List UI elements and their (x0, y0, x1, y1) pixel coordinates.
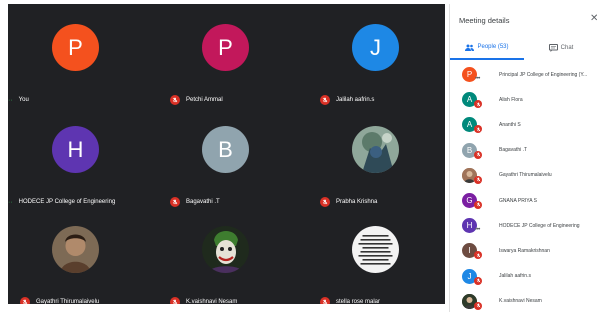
participant-name: Jalilah aafrin.s (499, 273, 531, 280)
mic-off-icon (320, 297, 330, 304)
close-icon[interactable]: ✕ (590, 13, 597, 24)
tab-chat[interactable]: Chat (524, 36, 597, 60)
meeting-details-panel: Meeting details ✕ People (53) Chat P ••• P… (449, 4, 597, 312)
tile-caption: stella rose malar (320, 296, 445, 304)
video-tile[interactable]: P ·· You (8, 10, 154, 110)
participant-photo (352, 126, 399, 173)
mic-off-icon (474, 100, 482, 109)
participant-row[interactable]: K.vaishnavi Nesam (450, 289, 597, 312)
audio-indicator-icon: ••• (475, 227, 480, 234)
tab-chat-label: Chat (560, 45, 574, 51)
participant-name: K.vaishnavi Nesam (499, 298, 542, 305)
tile-caption: Gayathri Thirumalaivelu (20, 296, 150, 304)
mic-off-icon (170, 197, 180, 207)
video-tile[interactable]: K.vaishnavi Nesam (158, 212, 304, 304)
video-tile[interactable]: J Jalilah aafrin.s (308, 10, 445, 110)
mic-off-icon (320, 95, 330, 105)
participant-avatar: B (202, 126, 249, 173)
participant-name: Iswarya Ramakrishnan (499, 247, 550, 254)
tile-caption: Bagavathi .T (170, 196, 300, 208)
tile-caption: Petchi Ammal (170, 94, 300, 106)
participant-name: Prabha Krishna (336, 199, 378, 205)
participant-photo (352, 226, 399, 273)
participant-row[interactable]: P ••• Principal JP College of Engineering … (450, 62, 597, 87)
mic-off-icon (474, 251, 482, 260)
participant-name: K.vaishnavi Nesam (186, 299, 238, 304)
tile-caption: ·· You (8, 94, 150, 106)
tab-people[interactable]: People (53) (450, 36, 524, 60)
video-tile[interactable]: P Petchi Ammal (158, 10, 304, 110)
participant-list: P ••• Principal JP College of Engineering … (450, 62, 597, 312)
video-tile[interactable]: Gayathri Thirumalaivelu (8, 212, 154, 304)
participant-row[interactable]: A Ananthi S (450, 112, 597, 137)
participant-name: HODECE JP College of Engineering (18, 199, 116, 205)
mic-off-icon (474, 125, 482, 134)
participant-row[interactable]: H ••• HODECE JP College of Engineering (450, 213, 597, 238)
tile-caption: K.vaishnavi Nesam (170, 296, 300, 304)
participant-avatar: P (52, 24, 99, 71)
participant-row[interactable]: A Alish Flora (450, 87, 597, 112)
participant-name: stella rose malar (336, 299, 381, 304)
mic-off-icon (474, 276, 482, 285)
video-tile[interactable]: Prabha Krishna (308, 112, 445, 212)
participant-name: Ananthi S (499, 121, 521, 128)
participant-name: Bagavathi .T (499, 147, 528, 154)
mic-off-icon (320, 197, 330, 207)
mic-off-icon (20, 297, 30, 304)
mic-off-icon (170, 297, 180, 304)
participant-row[interactable]: Gayathri Thirumalaivelu (450, 163, 597, 188)
tile-caption: Jalilah aafrin.s (320, 94, 445, 106)
participant-row[interactable]: J Jalilah aafrin.s (450, 264, 597, 289)
participant-photo (52, 226, 99, 273)
people-icon (465, 44, 475, 51)
participant-photo (202, 226, 249, 273)
chat-icon (548, 44, 558, 52)
mic-off-icon (474, 150, 482, 159)
audio-indicator-icon: ·· (8, 96, 13, 104)
participant-name: Bagavathi .T (186, 199, 220, 205)
audio-indicator-icon: ·· (8, 198, 13, 206)
participant-row[interactable]: G GNANA PRIYA S (450, 188, 597, 213)
participant-avatar: P (202, 24, 249, 71)
video-tile[interactable]: stella rose malar (308, 212, 445, 304)
video-tile[interactable]: H ·· HODECE JP College of Engineering (8, 112, 154, 212)
participant-name: Principal JP College of Engineering (Y..… (499, 71, 588, 78)
audio-indicator-icon: ••• (475, 76, 480, 82)
tab-people-label: People (53) (477, 44, 509, 50)
mic-off-icon (170, 95, 180, 105)
tile-caption: ·· HODECE JP College of Engineering (8, 196, 150, 208)
video-grid: P ·· You P Petchi Ammal J Jalilah aafrin.s H ·· H… (8, 4, 445, 304)
participant-name: HODECE JP College of Engineering (499, 222, 580, 229)
participant-row[interactable]: I Iswarya Ramakrishnan (450, 238, 597, 263)
panel-title: Meeting details (459, 16, 510, 25)
participant-avatar: H (52, 126, 99, 173)
mic-off-icon (474, 200, 482, 209)
participant-name: Gayathri Thirumalaivelu (499, 172, 552, 179)
participant-avatar: J (352, 24, 399, 71)
participant-name: GNANA PRIYA S (499, 197, 537, 204)
participant-name: Jalilah aafrin.s (336, 97, 375, 103)
mic-off-icon (474, 301, 482, 310)
participant-row[interactable]: B Bagavathi .T (450, 138, 597, 163)
participant-name: Alish Flora (499, 96, 523, 103)
participant-name: You (18, 97, 29, 103)
mic-off-icon (474, 175, 482, 184)
participant-name: Gayathri Thirumalaivelu (36, 299, 100, 304)
tile-caption: Prabha Krishna (320, 196, 445, 208)
video-tile[interactable]: B Bagavathi .T (158, 112, 304, 212)
participant-name: Petchi Ammal (186, 97, 223, 103)
